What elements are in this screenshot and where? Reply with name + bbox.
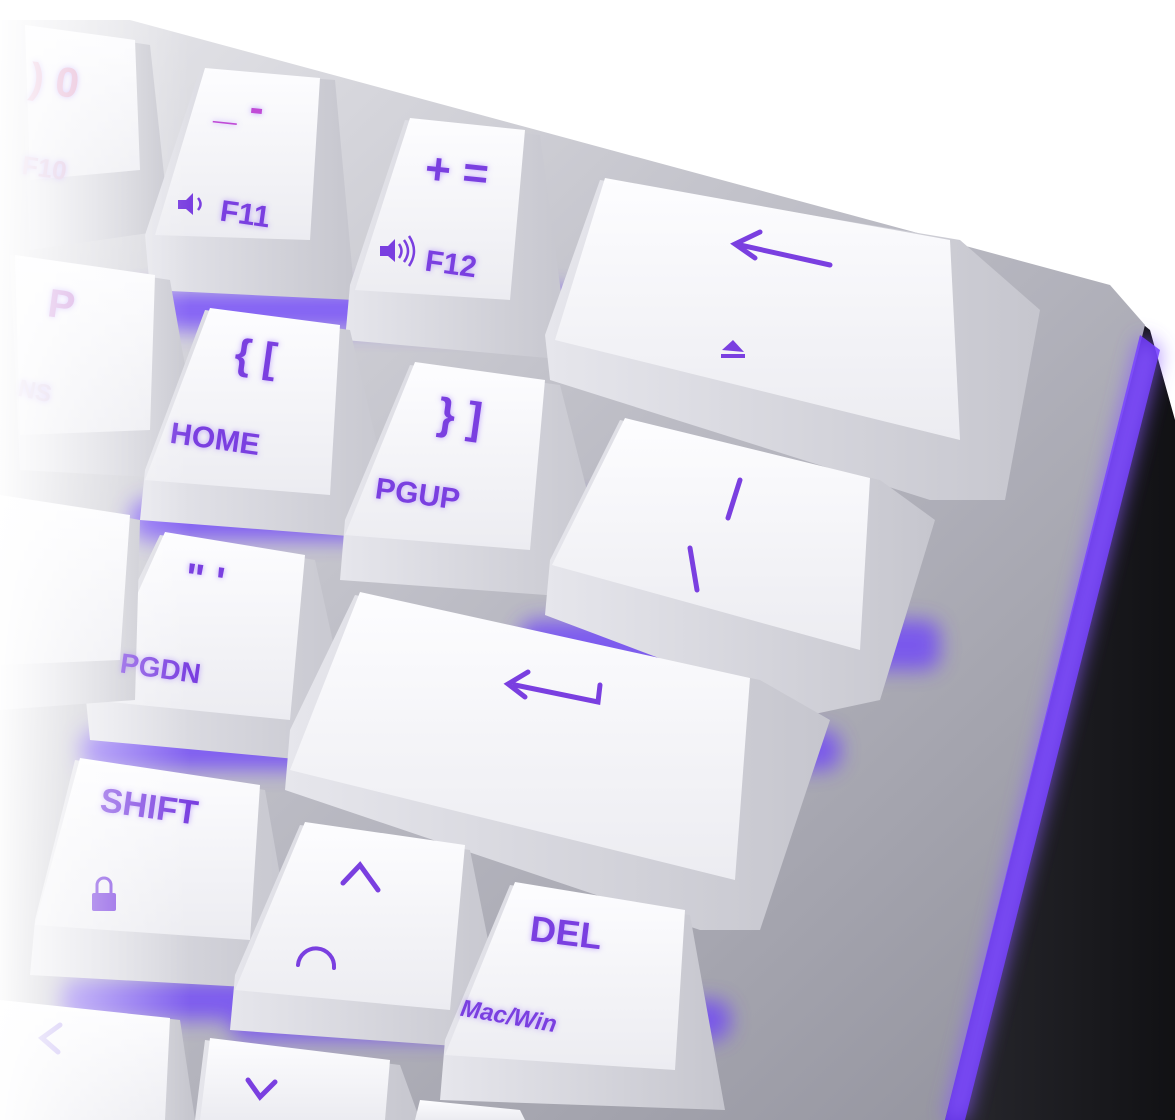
equals-primary: + = (422, 143, 492, 200)
equals-secondary: F12 (423, 244, 479, 285)
quote-primary: " ' (182, 555, 228, 605)
rbracket-primary: } ] (434, 389, 486, 444)
p-secondary: NS (15, 374, 54, 409)
key0-primary: ) 0 (27, 53, 83, 108)
key0-secondary: F10 (20, 150, 69, 186)
lbracket-primary: { [ (232, 329, 281, 382)
p-primary: P (45, 281, 78, 329)
minus-primary: _ - (212, 79, 267, 132)
keycap-left (0, 1000, 195, 1120)
del-primary: DEL (527, 907, 605, 958)
minus-secondary: F11 (218, 194, 273, 235)
